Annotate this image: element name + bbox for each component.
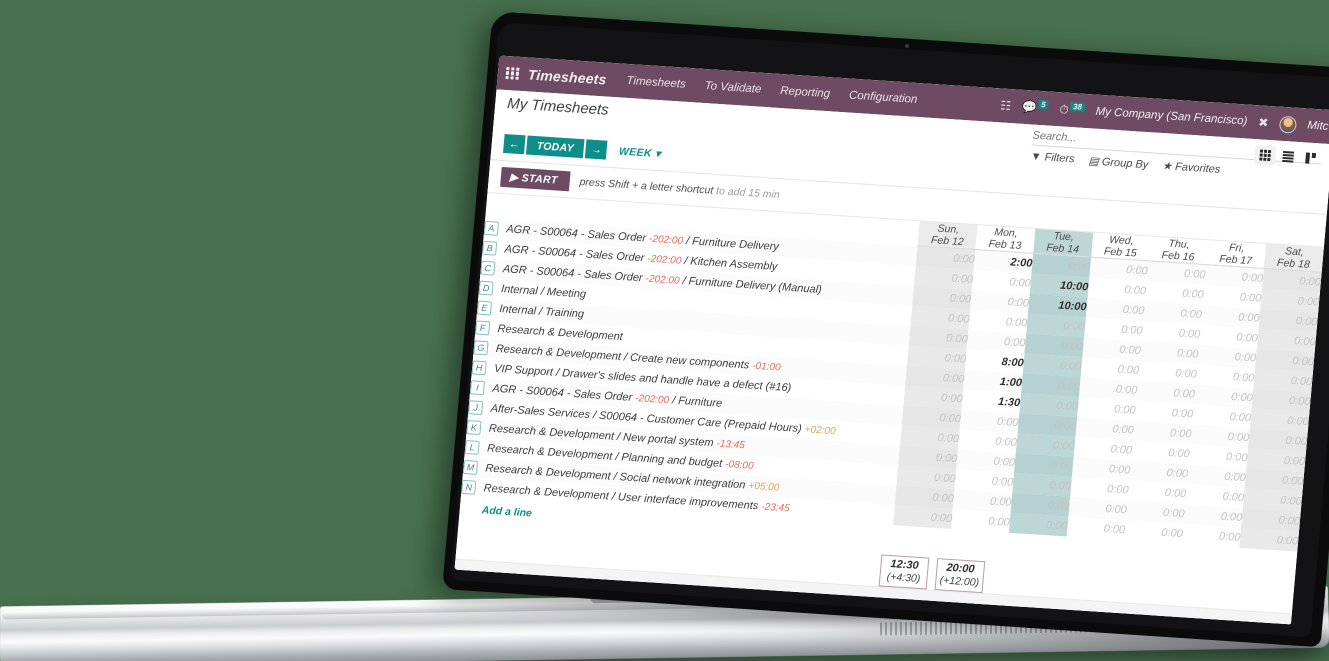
webcam-icon (905, 44, 909, 48)
day-header-feb-16: Thu, Feb 16 (1148, 236, 1209, 265)
total-box: 20:00 (+12:00) (934, 557, 986, 593)
day-header-feb-12: Sun, Feb 12 (917, 221, 978, 250)
shortcut-hint: press Shift + a letter shortcut to add 1… (579, 176, 780, 201)
row-shortcut-key[interactable]: B (482, 240, 498, 256)
total-box: 12:30 (+4:30) (878, 553, 930, 589)
row-task-suffix: / Furniture Delivery (682, 234, 780, 253)
day-header-feb-17: Fri, Feb 17 (1206, 240, 1267, 269)
username-label[interactable]: Mitc (1307, 120, 1329, 133)
row-shortcut-key[interactable]: G (473, 339, 489, 355)
activities-count-badge: 38 (1069, 101, 1086, 112)
row-shortcut-key[interactable]: N (461, 479, 477, 495)
menu-timesheets[interactable]: Timesheets (626, 75, 686, 91)
start-timer-button[interactable]: ▶ START (500, 166, 571, 192)
scale-selector[interactable]: WEEK ▾ (618, 145, 661, 160)
day-header-feb-14: Tue, Feb 14 (1033, 228, 1094, 258)
row-shortcut-key[interactable]: C (480, 260, 496, 276)
row-task-label: Internal / Meeting (501, 283, 587, 301)
start-label: START (521, 172, 559, 187)
row-remaining-hours: -202:00 (648, 233, 684, 247)
clock-activity-icon[interactable]: ⏱ 38 (1059, 101, 1086, 119)
row-remaining-hours: -13:45 (716, 437, 746, 451)
menu-to-validate[interactable]: To Validate (704, 80, 762, 96)
row-shortcut-key[interactable]: I (469, 379, 486, 395)
total-diff: (+4:30) (886, 570, 921, 585)
user-avatar[interactable] (1278, 115, 1298, 134)
chevron-down-icon: ▾ (654, 147, 662, 160)
kanban-view-icon[interactable] (1300, 148, 1323, 168)
menu-reporting[interactable]: Reporting (780, 85, 831, 100)
phone-keypad-icon[interactable]: ☷ (1000, 98, 1012, 113)
menu-configuration[interactable]: Configuration (848, 89, 917, 105)
row-shortcut-key[interactable]: L (464, 439, 480, 455)
row-remaining-hours: -202:00 (634, 392, 670, 406)
row-task-prefix: Internal / Training (498, 302, 585, 321)
total-cell-mon: 20:00 (+12:00) (931, 557, 990, 593)
total-diff: (+12:00) (939, 573, 980, 589)
apps-grid-icon[interactable] (505, 66, 520, 81)
timesheet-grid: Sun, Feb 12 Mon, Feb 13 Tue, Feb 14 Wed, Feb 15… (456, 193, 1324, 613)
play-icon: ▶ (509, 171, 519, 184)
shortcut-hint-strong: press Shift + a letter shortcut (579, 176, 714, 197)
timesheet-table: Sun, Feb 12 Mon, Feb 13 Tue, Feb 14 Wed, Feb 15… (461, 193, 1324, 552)
row-shortcut-key[interactable]: H (471, 359, 487, 375)
day-header-feb-13: Mon, Feb 13 (975, 225, 1036, 254)
wrench-screwdriver-icon[interactable]: ✖ (1258, 115, 1269, 130)
shortcut-hint-rest: to add 15 min (712, 184, 781, 202)
row-task-label: Internal / Training (499, 303, 585, 321)
row-remaining-hours: -01:00 (751, 360, 782, 373)
row-remaining-hours: +02:00 (804, 423, 837, 437)
row-task-prefix: Internal / Meeting (500, 282, 587, 301)
grid-view-icon[interactable] (1253, 145, 1277, 166)
list-view-icon[interactable] (1277, 147, 1300, 167)
arrow-left-icon[interactable]: ← (502, 134, 526, 155)
filters-button[interactable]: ▼︎ Filters (1030, 150, 1075, 166)
laptop-screen: Timesheets Timesheets To Validate Report… (454, 55, 1329, 625)
odoo-app: Timesheets Timesheets To Validate Report… (454, 55, 1329, 625)
messages-count-badge: 5 (1037, 99, 1050, 110)
day-header-feb-18: Sat, Feb 18 (1263, 244, 1324, 273)
day-header-feb-15: Wed, Feb 15 (1090, 232, 1151, 261)
row-remaining-hours: +05:00 (747, 480, 780, 494)
row-shortcut-key[interactable]: M (462, 459, 479, 475)
today-button[interactable]: TODAY (525, 135, 585, 159)
chat-bubble-icon[interactable]: 💬 5 (1021, 99, 1050, 116)
row-remaining-hours: -202:00 (645, 273, 681, 287)
row-remaining-hours: -08:00 (724, 458, 755, 472)
row-task-suffix: / Furniture (668, 393, 723, 410)
total-cell-sun: 12:30 (+4:30) (875, 553, 934, 590)
row-shortcut-key[interactable]: A (483, 220, 500, 236)
company-selector[interactable]: My Company (San Francisco) (1095, 106, 1248, 128)
app-brand-title[interactable]: Timesheets (527, 66, 607, 87)
add-a-line-link[interactable]: Add a line (481, 504, 532, 519)
arrow-right-icon[interactable]: → (585, 139, 608, 160)
row-shortcut-key[interactable]: E (476, 300, 493, 315)
row-shortcut-key[interactable]: K (466, 419, 482, 435)
row-remaining-hours: -23:45 (760, 501, 791, 514)
row-shortcut-key[interactable]: F (475, 320, 491, 335)
table-body: A AGR - S00064 - Sales Order -202:00 / Fu… (461, 217, 1322, 552)
screenshot-stage: Timesheets Timesheets To Validate Report… (0, 0, 1329, 661)
row-task-suffix: / Kitchen Assembly (680, 254, 778, 273)
page-title: My Timesheets (506, 95, 610, 119)
row-shortcut-key[interactable]: D (478, 280, 494, 296)
row-shortcut-key[interactable]: J (468, 399, 484, 415)
row-remaining-hours: -202:00 (646, 253, 682, 267)
